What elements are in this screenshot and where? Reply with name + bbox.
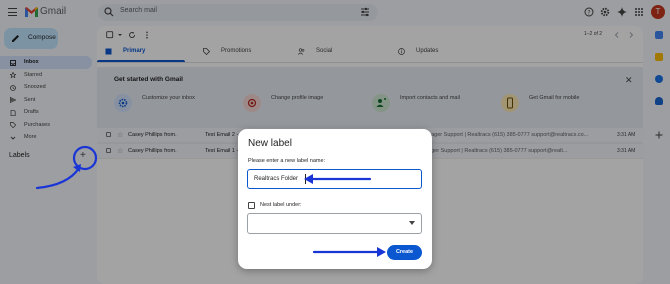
dropdown-arrow-icon (409, 221, 415, 225)
label-name-value: Realtracs Folder (254, 176, 299, 182)
text-caret (305, 174, 306, 184)
dialog-title: New label (248, 138, 292, 149)
dialog-prompt: Please enter a new label name: (248, 158, 326, 164)
nest-label-text: Nest label under: (260, 202, 302, 208)
nest-label-checkbox[interactable] (248, 202, 255, 209)
new-label-dialog: New label Please enter a new label name:… (238, 129, 432, 269)
parent-label-select[interactable] (247, 213, 422, 234)
label-name-input[interactable]: Realtracs Folder (247, 169, 422, 189)
create-button[interactable]: Create (387, 245, 422, 260)
